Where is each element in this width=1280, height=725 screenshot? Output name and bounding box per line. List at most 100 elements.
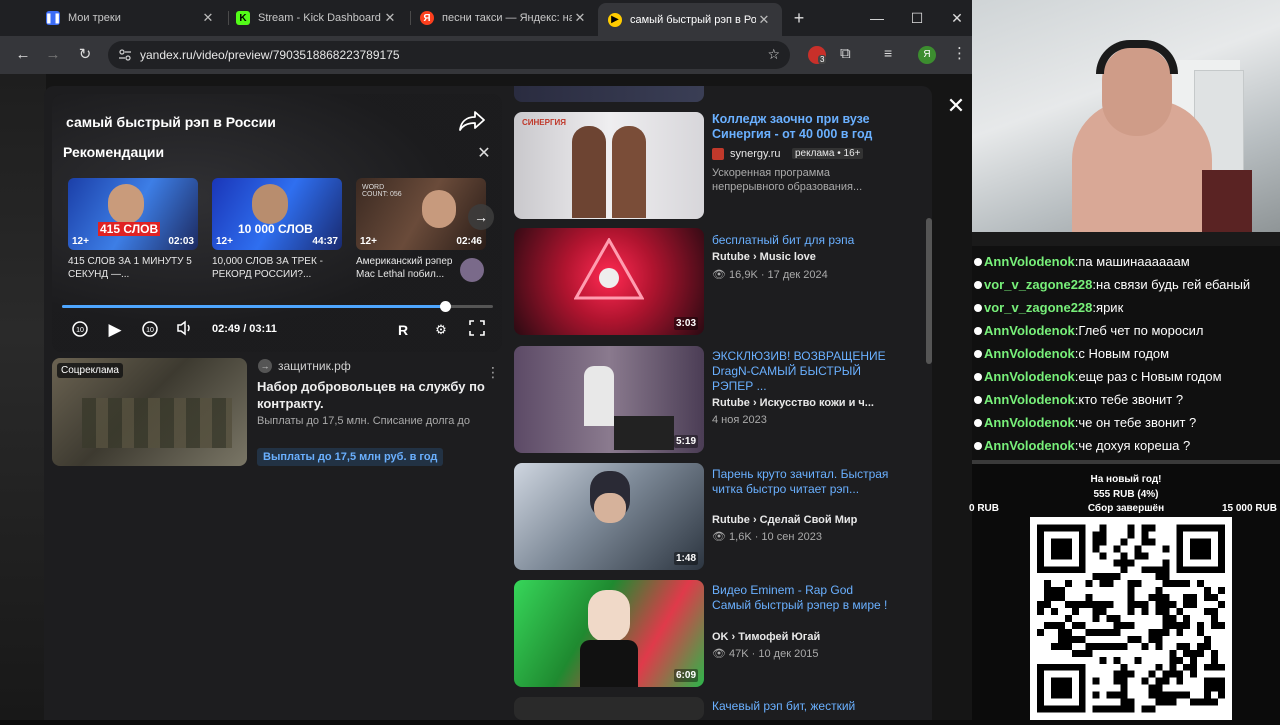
progress-bar[interactable]: [62, 301, 493, 312]
person-figure: [572, 126, 606, 218]
svg-text:10: 10: [146, 327, 154, 334]
video-meta: 👁 47K · 10 дек 2015: [712, 648, 819, 660]
recommendation-card[interactable]: 10 000 СЛОВ 12+ 44:37 10,000 СЛОВ ЗА ТРЕ…: [212, 178, 342, 281]
video-channel[interactable]: OK › Тимофей Югай: [712, 631, 894, 643]
chat-message: AnnVolodenok:че он тебе звонит ?: [972, 415, 1196, 435]
share-icon[interactable]: [458, 110, 486, 132]
chat-nick: AnnVolodenok: [984, 323, 1075, 338]
extensions-puzzle-icon[interactable]: ⧉: [840, 45, 851, 62]
tab-my-tracks[interactable]: ❚❚ Мои треки ✕: [36, 4, 226, 32]
recommendation-card[interactable]: WORD COUNT: 056 12+ 02:46 Американский р…: [356, 178, 486, 282]
extension-icon[interactable]: 3: [808, 46, 827, 64]
previous-video-thumbnail[interactable]: [514, 86, 704, 102]
close-recommendations-icon[interactable]: ✕: [476, 146, 492, 162]
video-title[interactable]: ЭКСКЛЮЗИВ! ВОЗВРАЩЕНИЕ DragN-САМЫЙ БЫСТР…: [712, 349, 894, 394]
ad-cta-button[interactable]: Выплаты до 17,5 млн руб. в год: [257, 448, 444, 466]
badge-icon: [974, 304, 982, 312]
video-meta: 👁 16,9K · 17 дек 2024: [712, 269, 828, 281]
background-page: [0, 74, 46, 720]
recommendation-card[interactable]: 415 СЛОВ 12+ 02:03 415 СЛОВ ЗА 1 МИНУТУ …: [68, 178, 198, 281]
browser-menu-icon[interactable]: ⋮: [952, 44, 967, 62]
bookmark-star-icon[interactable]: ☆: [767, 46, 780, 63]
ad-thumbnail[interactable]: Соцреклама: [52, 358, 247, 466]
close-tab-icon[interactable]: ✕: [200, 10, 216, 26]
video-channel[interactable]: Rutube › Искусство кожи и ч...: [712, 397, 894, 409]
video-channel[interactable]: Rutube › Music love: [712, 251, 894, 263]
site-settings-icon[interactable]: [118, 48, 132, 62]
tab-kick-dashboard[interactable]: K Stream - Kick Dashboard ✕: [226, 4, 408, 32]
scrollbar[interactable]: [926, 218, 932, 364]
media-control-icon[interactable]: ≡: [884, 45, 892, 61]
video-channel[interactable]: Rutube › Сделай Свой Мир: [712, 514, 894, 526]
svg-text:10: 10: [76, 327, 84, 334]
next-recommendations-arrow-icon[interactable]: →: [468, 204, 494, 230]
close-tab-icon[interactable]: ✕: [572, 10, 588, 26]
chat-nick: AnnVolodenok: [984, 254, 1075, 269]
age-rating: 12+: [72, 236, 89, 247]
close-window-button[interactable]: ✕: [942, 6, 972, 30]
video-item[interactable]: Качевый рэп бит, жесткий: [514, 697, 914, 720]
more-options-icon[interactable]: ⋮: [486, 364, 500, 381]
close-tab-icon[interactable]: ✕: [756, 12, 772, 28]
tab-yandex-search[interactable]: Я песни такси — Яндекс: на ✕: [410, 4, 598, 32]
channel-avatar: [460, 258, 484, 282]
video-item[interactable]: 1:48 Парень круто зачитал. Быстрая читка…: [514, 463, 914, 571]
recommendation-caption: Американский рэпер Mac Lethal побил...: [356, 256, 453, 280]
progress-handle[interactable]: [439, 301, 451, 312]
video-title[interactable]: Парень круто зачитал. Быстрая читка быст…: [712, 467, 894, 497]
synergy-logo: СИНЕРГИЯ: [522, 118, 567, 127]
webcam-feed: [972, 0, 1280, 232]
ad-title[interactable]: Набор добровольцев на службу по контракт…: [257, 378, 487, 412]
badge-icon: [974, 350, 982, 358]
close-modal-icon[interactable]: ✕: [946, 95, 966, 117]
video-title[interactable]: бесплатный бит для рэпа: [712, 233, 894, 248]
tab-title: Stream - Kick Dashboard: [258, 12, 381, 24]
address-bar[interactable]: yandex.ru/video/preview/7903518868223789…: [108, 41, 790, 69]
chat-message: AnnVolodenok:кто тебе звонит ?: [972, 392, 1183, 412]
yandex-video-icon: ▶: [608, 12, 622, 27]
video-item[interactable]: 3:03 бесплатный бит для рэпа Rutube › Mu…: [514, 228, 914, 336]
chat-text: че он тебе звонит ?: [1078, 415, 1197, 430]
video-player[interactable]: самый быстрый рэп в России Рекомендации …: [52, 94, 502, 352]
fullscreen-icon[interactable]: [466, 320, 488, 340]
recommendations-title: Рекомендации: [63, 144, 165, 160]
badge-icon: [974, 327, 982, 335]
tab-active-video[interactable]: ▶ самый быстрый рэп в Росс ✕: [598, 3, 782, 36]
video-title[interactable]: Колледж заочно при вузе Синергия - от 40…: [712, 112, 894, 142]
rewind-10-icon[interactable]: 10: [70, 320, 90, 340]
maximize-button[interactable]: ☐: [902, 6, 932, 30]
volume-icon[interactable]: [174, 320, 196, 340]
new-tab-button[interactable]: +: [784, 6, 814, 30]
settings-gear-icon[interactable]: ⚙: [430, 320, 452, 340]
minimize-button[interactable]: —: [862, 6, 892, 30]
chat-nick: vor_v_zagone228: [984, 277, 1093, 292]
video-title[interactable]: Видео Eminem - Rap God Самый быстрый рэп…: [712, 583, 894, 613]
recommendation-caption: 415 СЛОВ ЗА 1 МИНУТУ 5 СЕКУНД —...: [68, 256, 192, 280]
goal-amount: 555 RUB (4%): [1093, 489, 1159, 500]
play-icon[interactable]: ▶: [104, 320, 126, 340]
video-item-synergy-ad[interactable]: СИНЕРГИЯ Колледж заочно при вузе Синерги…: [514, 112, 914, 220]
ad-source[interactable]: защитник.рф: [278, 359, 351, 373]
profile-avatar[interactable]: Я: [918, 46, 936, 64]
recommendation-thumbnail: 415 СЛОВ 12+ 02:03: [68, 178, 198, 250]
stream-chat: AnnVolodenok:па машинаааааам vor_v_zagon…: [972, 232, 1280, 464]
back-button[interactable]: ←: [12, 44, 34, 66]
donation-goal: На новый год! 555 RUB (4%) 0 RUB Сбор за…: [969, 470, 1280, 518]
person-figure: [422, 190, 456, 228]
chat-text: че дохуя кореша ?: [1078, 438, 1191, 453]
forward-10-icon[interactable]: 10: [140, 320, 160, 340]
video-meta-text: 16,9K · 17 дек 2024: [729, 269, 828, 281]
rutube-logo-icon[interactable]: R: [392, 320, 414, 340]
video-thumbnail: СИНЕРГИЯ: [514, 112, 704, 219]
recommendation-thumbnail: WORD COUNT: 056 12+ 02:46: [356, 178, 486, 250]
chat-message: AnnVolodenok:Глеб чет по моросил: [972, 323, 1203, 343]
recommendation-caption: 10,000 СЛОВ ЗА ТРЕК - РЕКОРД РОССИИ?...: [212, 256, 323, 280]
close-tab-icon[interactable]: ✕: [382, 10, 398, 26]
forward-button[interactable]: →: [42, 44, 64, 66]
thumbnail-overlay-text: 10 000 СЛОВ: [238, 222, 313, 236]
video-item[interactable]: 6:09 Видео Eminem - Rap God Самый быстры…: [514, 580, 914, 688]
video-title[interactable]: Качевый рэп бит, жесткий: [712, 699, 894, 714]
video-item[interactable]: 5:19 ЭКСКЛЮЗИВ! ВОЗВРАЩЕНИЕ DragN-САМЫЙ …: [514, 346, 914, 454]
chat-nick: AnnVolodenok: [984, 438, 1075, 453]
reload-button[interactable]: ↻: [74, 44, 96, 66]
